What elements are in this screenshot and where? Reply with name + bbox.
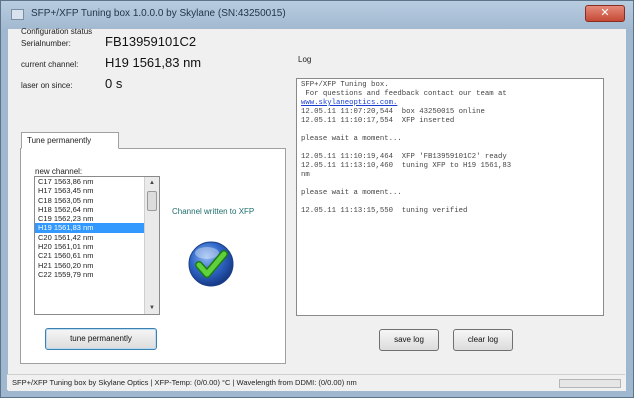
list-item[interactable]: H21 1560,20 nm [35,261,144,270]
log-line: 12.05.11 11:07:20,544 box 43250015 onlin… [301,108,485,116]
channel-listbox[interactable]: C17 1563,86 nm H17 1563,45 nm C18 1563,0… [34,176,160,315]
scroll-thumb[interactable] [147,191,157,211]
new-channel-label: new channel: [35,167,83,176]
scroll-down-arrow-icon[interactable]: ▼ [145,302,159,314]
log-link[interactable]: www.skylaneoptics.com. [301,99,599,108]
list-item[interactable]: C19 1562,23 nm [35,214,144,223]
close-button[interactable]: ✕ [585,5,625,22]
list-item[interactable]: H18 1562,64 nm [35,205,144,214]
current-channel-value: H19 1561,83 nm [105,55,202,70]
status-progress-bar [559,379,621,388]
status-bar-text: SFP+/XFP Tuning box by Skylane Optics | … [12,378,357,387]
log-label: Log [298,55,312,64]
list-item[interactable]: C20 1561,42 nm [35,233,144,242]
channel-list-scrollbar[interactable]: ▲ ▼ [144,177,159,314]
log-textarea[interactable]: SFP+/XFP Tuning box. For questions and f… [296,78,604,316]
checkmark-globe-icon [188,241,234,287]
list-item-selected[interactable]: H19 1561,83 nm [35,223,144,233]
log-line: 12.05.11 11:13:15,550 tuning verified [301,207,468,215]
log-line: please wait a moment... [301,189,402,197]
window-title: SFP+/XFP Tuning box 1.0.0.0 by Skylane (… [31,8,286,19]
list-item[interactable]: H17 1563,45 nm [35,186,144,195]
log-line: nm [301,171,310,179]
laser-on-since-label: laser on since: [21,81,73,90]
clear-log-button[interactable]: clear log [453,329,513,351]
laser-on-since-value: 0 s [105,76,123,91]
log-line: please wait a moment... [301,135,402,143]
app-icon [11,9,24,20]
save-log-button[interactable]: save log [379,329,439,351]
log-line: SFP+/XFP Tuning box. [301,81,389,89]
log-line: 12.05.11 11:13:10,460 tuning XFP to H19 … [301,162,512,170]
list-item[interactable]: C21 1560,61 nm [35,251,144,260]
channel-written-message: Channel written to XFP [172,207,255,216]
current-channel-label: current channel: [21,60,79,69]
serial-number-value: FB13959101C2 [105,34,197,49]
tab-tune-permanently[interactable]: Tune permanently [21,132,119,149]
configuration-status-heading: Configuration status [21,27,93,36]
log-line: 12.05.11 11:10:17,554 XFP inserted [301,117,455,125]
title-bar[interactable]: SFP+/XFP Tuning box 1.0.0.0 by Skylane (… [1,1,633,29]
list-item[interactable]: C17 1563,86 nm [35,177,144,186]
list-item[interactable]: C18 1563,05 nm [35,196,144,205]
serial-number-label: Serialnumber: [21,39,71,48]
status-bar: SFP+/XFP Tuning box by Skylane Optics | … [7,374,625,390]
log-line: 12.05.11 11:10:19,464 XFP 'FB13959101C2'… [301,153,507,161]
log-line: For questions and feedback contact our t… [301,90,507,98]
list-item[interactable]: H20 1561,01 nm [35,242,144,251]
list-item[interactable]: C22 1559,79 nm [35,270,144,279]
tune-permanently-button[interactable]: tune permanently [45,328,157,350]
scroll-up-arrow-icon[interactable]: ▲ [145,177,159,189]
